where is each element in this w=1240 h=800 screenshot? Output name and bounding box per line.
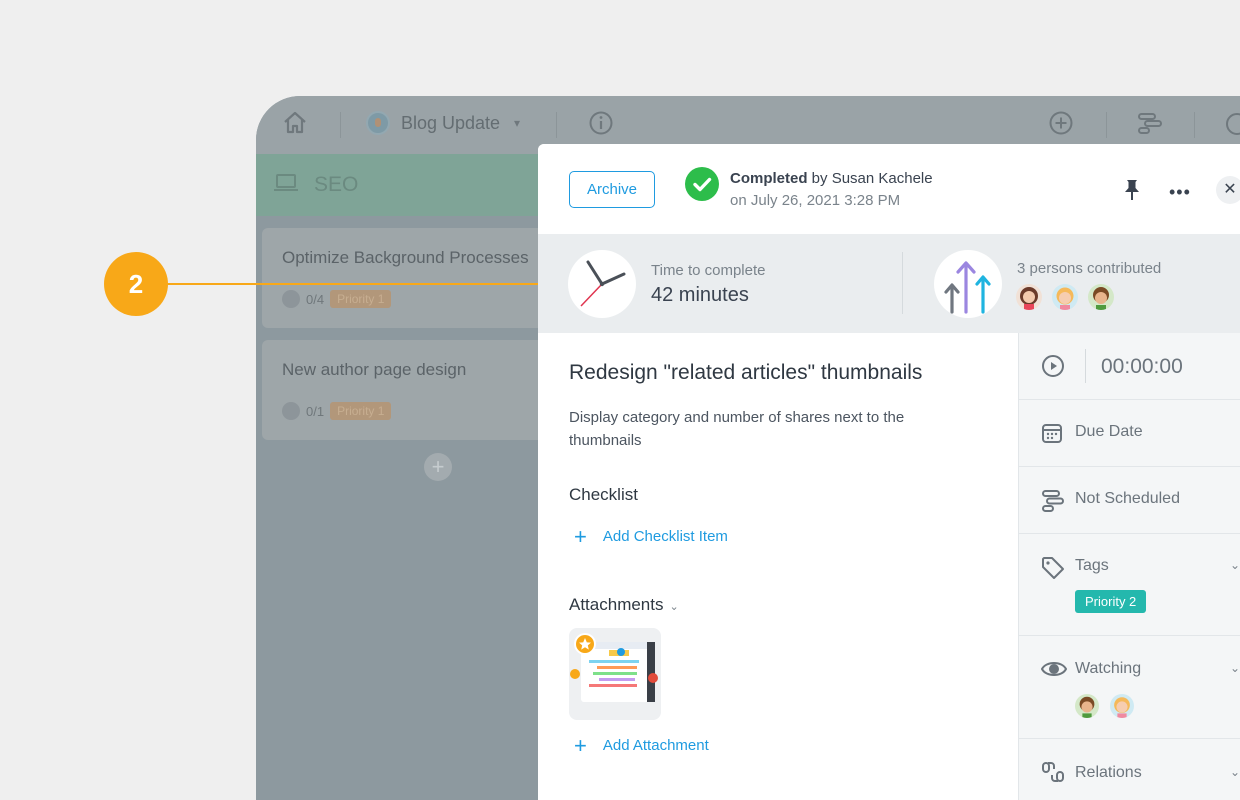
add-checklist-label: Add Checklist Item (602, 528, 728, 545)
avatar[interactable] (1075, 694, 1099, 718)
plus-icon: + (574, 523, 587, 549)
tag-icon (1041, 556, 1065, 585)
archive-button[interactable]: Archive (569, 171, 655, 208)
timer-display: 00:00:00 (1101, 355, 1183, 378)
avatar[interactable] (1052, 284, 1078, 310)
chevron-down-icon[interactable]: ▾ (514, 116, 520, 130)
relations-label: Relations (1075, 764, 1142, 781)
watching-label: Watching (1075, 660, 1142, 677)
subtasks-icon (282, 402, 300, 420)
laptop-icon (274, 174, 298, 192)
tags-row[interactable]: Tags ⌄ Priority 2 (1019, 534, 1240, 636)
completion-status: Completed by Susan Kachele (730, 170, 933, 187)
subtask-count: 0/4 (306, 291, 325, 307)
eye-icon (1040, 658, 1068, 685)
add-card-button[interactable]: + (424, 453, 452, 481)
time-label: Time to complete (651, 262, 766, 279)
task-main-content: Redesign "related articles" thumbnails D… (538, 333, 1018, 800)
chevron-down-icon[interactable]: ⌄ (1230, 765, 1240, 779)
not-scheduled-label: Not Scheduled (1075, 490, 1180, 507)
card-meta: 0/4 Priority 1 (282, 290, 392, 308)
pin-icon[interactable] (1121, 178, 1143, 207)
relations-icon (1041, 760, 1065, 789)
attachments-heading[interactable]: Attachments ⌄ (569, 595, 679, 615)
home-icon[interactable] (282, 110, 308, 141)
project-name[interactable]: Blog Update (401, 113, 500, 134)
relations-row[interactable]: Relations ⌄ (1019, 739, 1240, 800)
completion-date: on July 26, 2021 3:28 PM (730, 192, 901, 209)
card-meta: 0/1 Priority 1 (282, 402, 392, 420)
priority-badge: Priority 1 (330, 290, 392, 308)
add-attachment-button[interactable]: + Add Attachment (574, 732, 709, 758)
callout-line (166, 283, 548, 285)
chevron-down-icon[interactable]: ⌄ (1230, 558, 1240, 572)
status-completed-by: by Susan Kachele (807, 170, 933, 187)
task-title[interactable]: Redesign "related articles" thumbnails (569, 361, 922, 385)
subtask-count: 0/1 (306, 403, 325, 419)
divider (556, 112, 557, 138)
task-card[interactable]: Optimize Background Processes 0/4 Priori… (262, 228, 552, 328)
add-attachment-label: Add Attachment (602, 737, 709, 754)
card-title: Optimize Background Processes (282, 248, 529, 267)
info-icon[interactable] (588, 110, 614, 141)
chevron-down-icon[interactable]: ⌄ (670, 601, 679, 613)
column-header[interactable]: SEO (256, 154, 538, 216)
task-detail-panel: Archive Completed by Susan Kachele on Ju… (538, 144, 1240, 800)
watching-row[interactable]: Watching ⌄ (1019, 636, 1240, 739)
project-avatar (366, 111, 390, 135)
due-date-label: Due Date (1075, 423, 1143, 440)
divider (1085, 349, 1086, 383)
due-date-row[interactable]: Due Date (1019, 400, 1240, 467)
chevron-down-icon[interactable]: ⌄ (1230, 661, 1240, 675)
clock-icon (568, 250, 636, 318)
close-button[interactable]: ✕ (1216, 176, 1240, 204)
task-card[interactable]: New author page design 0/1 Priority 1 (262, 340, 552, 440)
play-icon[interactable] (1041, 354, 1065, 383)
contribution-arrows-icon (934, 250, 1002, 318)
timer-icon[interactable] (1224, 110, 1240, 141)
avatar[interactable] (1016, 284, 1042, 310)
plus-icon: + (574, 732, 587, 758)
calendar-icon (1041, 422, 1063, 449)
timer-row: 00:00:00 (1019, 333, 1240, 400)
tag-chip[interactable]: Priority 2 (1075, 590, 1147, 613)
card-title: New author page design (282, 360, 467, 379)
schedule-row[interactable]: Not Scheduled (1019, 467, 1240, 534)
column-title: SEO (314, 173, 359, 196)
contributors-label: 3 persons contributed (1017, 260, 1162, 277)
priority-badge: Priority 1 (330, 402, 392, 420)
divider (340, 112, 341, 138)
task-sidebar: 00:00:00 Due Date Not Scheduled Tags ⌄ P… (1018, 333, 1240, 800)
status-completed: Completed (730, 170, 808, 187)
checklist-heading: Checklist (569, 485, 638, 504)
panel-header: Archive Completed by Susan Kachele on Ju… (538, 144, 1240, 234)
attachments-label: Attachments (569, 595, 664, 614)
attachment-thumbnail[interactable] (569, 628, 661, 720)
time-value: 42 minutes (651, 284, 749, 306)
contributor-avatars (1016, 284, 1114, 310)
divider (902, 252, 903, 314)
subtasks-icon (282, 290, 300, 308)
check-circle-icon (685, 167, 719, 201)
task-description[interactable]: Display category and number of shares ne… (569, 406, 949, 452)
avatar[interactable] (1110, 694, 1134, 718)
add-circle-icon[interactable] (1048, 110, 1074, 141)
divider (1106, 112, 1107, 138)
more-options-icon[interactable]: ••• (1169, 182, 1191, 203)
divider (1194, 112, 1195, 138)
schedule-icon (1041, 489, 1065, 518)
schedule-icon[interactable] (1136, 110, 1164, 141)
avatar[interactable] (1088, 284, 1114, 310)
callout-badge: 2 (104, 252, 168, 316)
column-body: Optimize Background Processes 0/4 Priori… (256, 216, 552, 800)
stats-bar: Time to complete 42 minutes 3 persons co… (538, 234, 1240, 333)
add-checklist-item-button[interactable]: + Add Checklist Item (574, 523, 728, 549)
tags-label: Tags (1075, 557, 1109, 574)
watcher-avatars (1075, 694, 1134, 718)
